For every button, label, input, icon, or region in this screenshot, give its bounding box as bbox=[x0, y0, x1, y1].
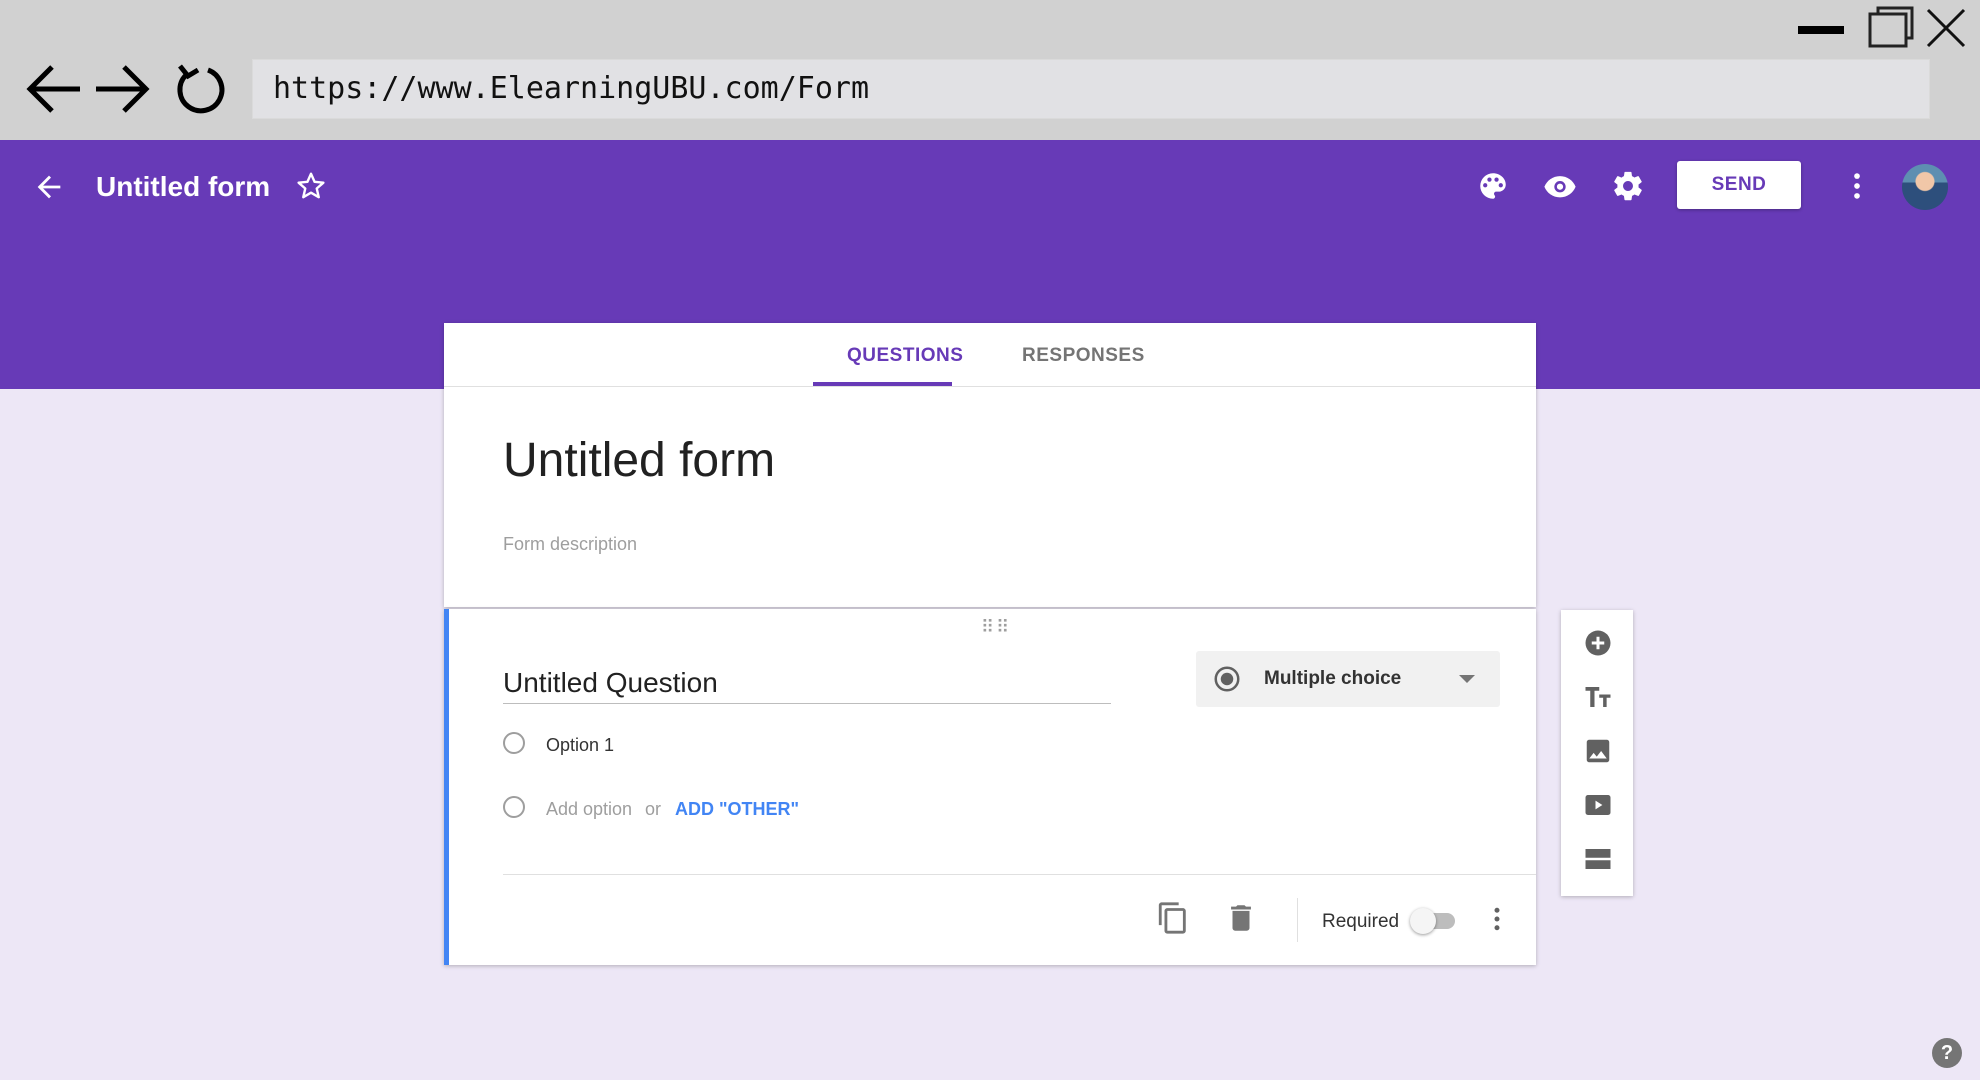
preview-eye-icon[interactable] bbox=[1543, 169, 1577, 203]
tab-responses[interactable]: RESPONSES bbox=[1022, 345, 1145, 367]
close-icon[interactable] bbox=[1924, 6, 1968, 50]
question-type-label: Multiple choice bbox=[1264, 668, 1402, 689]
required-label: Required bbox=[1322, 911, 1400, 932]
or-text: or bbox=[645, 799, 662, 819]
add-option-radio bbox=[503, 796, 525, 818]
question-title-field[interactable]: Untitled Question bbox=[503, 667, 718, 699]
avatar[interactable] bbox=[1902, 164, 1948, 210]
form-title-field[interactable]: Untitled form bbox=[503, 433, 775, 488]
question-footer-divider bbox=[503, 874, 1536, 875]
question-title-underline bbox=[503, 703, 1111, 704]
palette-icon[interactable] bbox=[1476, 169, 1510, 203]
side-toolbar bbox=[1561, 610, 1633, 896]
reload-icon[interactable] bbox=[170, 60, 230, 118]
url-bar[interactable]: https://www.ElearningUBU.com/Form bbox=[252, 59, 1930, 119]
forward-arrow-icon[interactable] bbox=[92, 60, 152, 118]
add-title-text-icon[interactable] bbox=[1583, 682, 1613, 712]
add-option-link[interactable]: Add option bbox=[546, 799, 632, 820]
option-radio bbox=[503, 732, 525, 754]
add-other-link[interactable]: ADD "OTHER" bbox=[675, 799, 799, 820]
tabs-divider bbox=[444, 386, 1536, 387]
minimize-icon[interactable] bbox=[1796, 6, 1846, 50]
form-header-card: QUESTIONS RESPONSES Untitled form Form d… bbox=[444, 323, 1536, 607]
drag-handle-icon[interactable]: ⠿⠿ bbox=[981, 617, 1011, 638]
add-section-icon[interactable] bbox=[1583, 844, 1613, 874]
back-icon[interactable] bbox=[32, 170, 66, 204]
back-arrow-icon[interactable] bbox=[24, 60, 84, 118]
send-button[interactable]: SEND bbox=[1677, 161, 1801, 209]
maximize-icon[interactable] bbox=[1866, 6, 1916, 50]
required-toggle-knob[interactable] bbox=[1410, 908, 1436, 934]
tab-questions[interactable]: QUESTIONS bbox=[847, 345, 963, 367]
question-type-dropdown[interactable]: Multiple choice bbox=[1196, 651, 1500, 707]
more-vert-icon[interactable] bbox=[1482, 904, 1512, 934]
duplicate-icon[interactable] bbox=[1156, 901, 1190, 935]
delete-trash-icon[interactable] bbox=[1224, 901, 1258, 935]
question-card[interactable]: ⠿⠿ Untitled Question Multiple choice Opt… bbox=[444, 609, 1536, 965]
star-icon[interactable] bbox=[295, 170, 327, 202]
settings-gear-icon[interactable] bbox=[1611, 169, 1645, 203]
browser-chrome: https://www.ElearningUBU.com/Form bbox=[0, 0, 1980, 140]
add-image-icon[interactable] bbox=[1583, 736, 1613, 766]
form-description-field[interactable]: Form description bbox=[503, 534, 637, 555]
add-question-icon[interactable] bbox=[1583, 628, 1613, 658]
radio-button-checked-icon bbox=[1214, 666, 1240, 692]
question-focus-accent bbox=[444, 609, 449, 965]
header-form-title[interactable]: Untitled form bbox=[96, 170, 270, 204]
add-video-icon[interactable] bbox=[1583, 790, 1613, 820]
more-vert-icon[interactable] bbox=[1840, 169, 1874, 203]
dropdown-arrow-icon bbox=[1459, 675, 1475, 683]
option-1-label[interactable]: Option 1 bbox=[546, 735, 614, 756]
footer-separator bbox=[1297, 898, 1298, 942]
help-icon[interactable]: ? bbox=[1932, 1038, 1962, 1068]
